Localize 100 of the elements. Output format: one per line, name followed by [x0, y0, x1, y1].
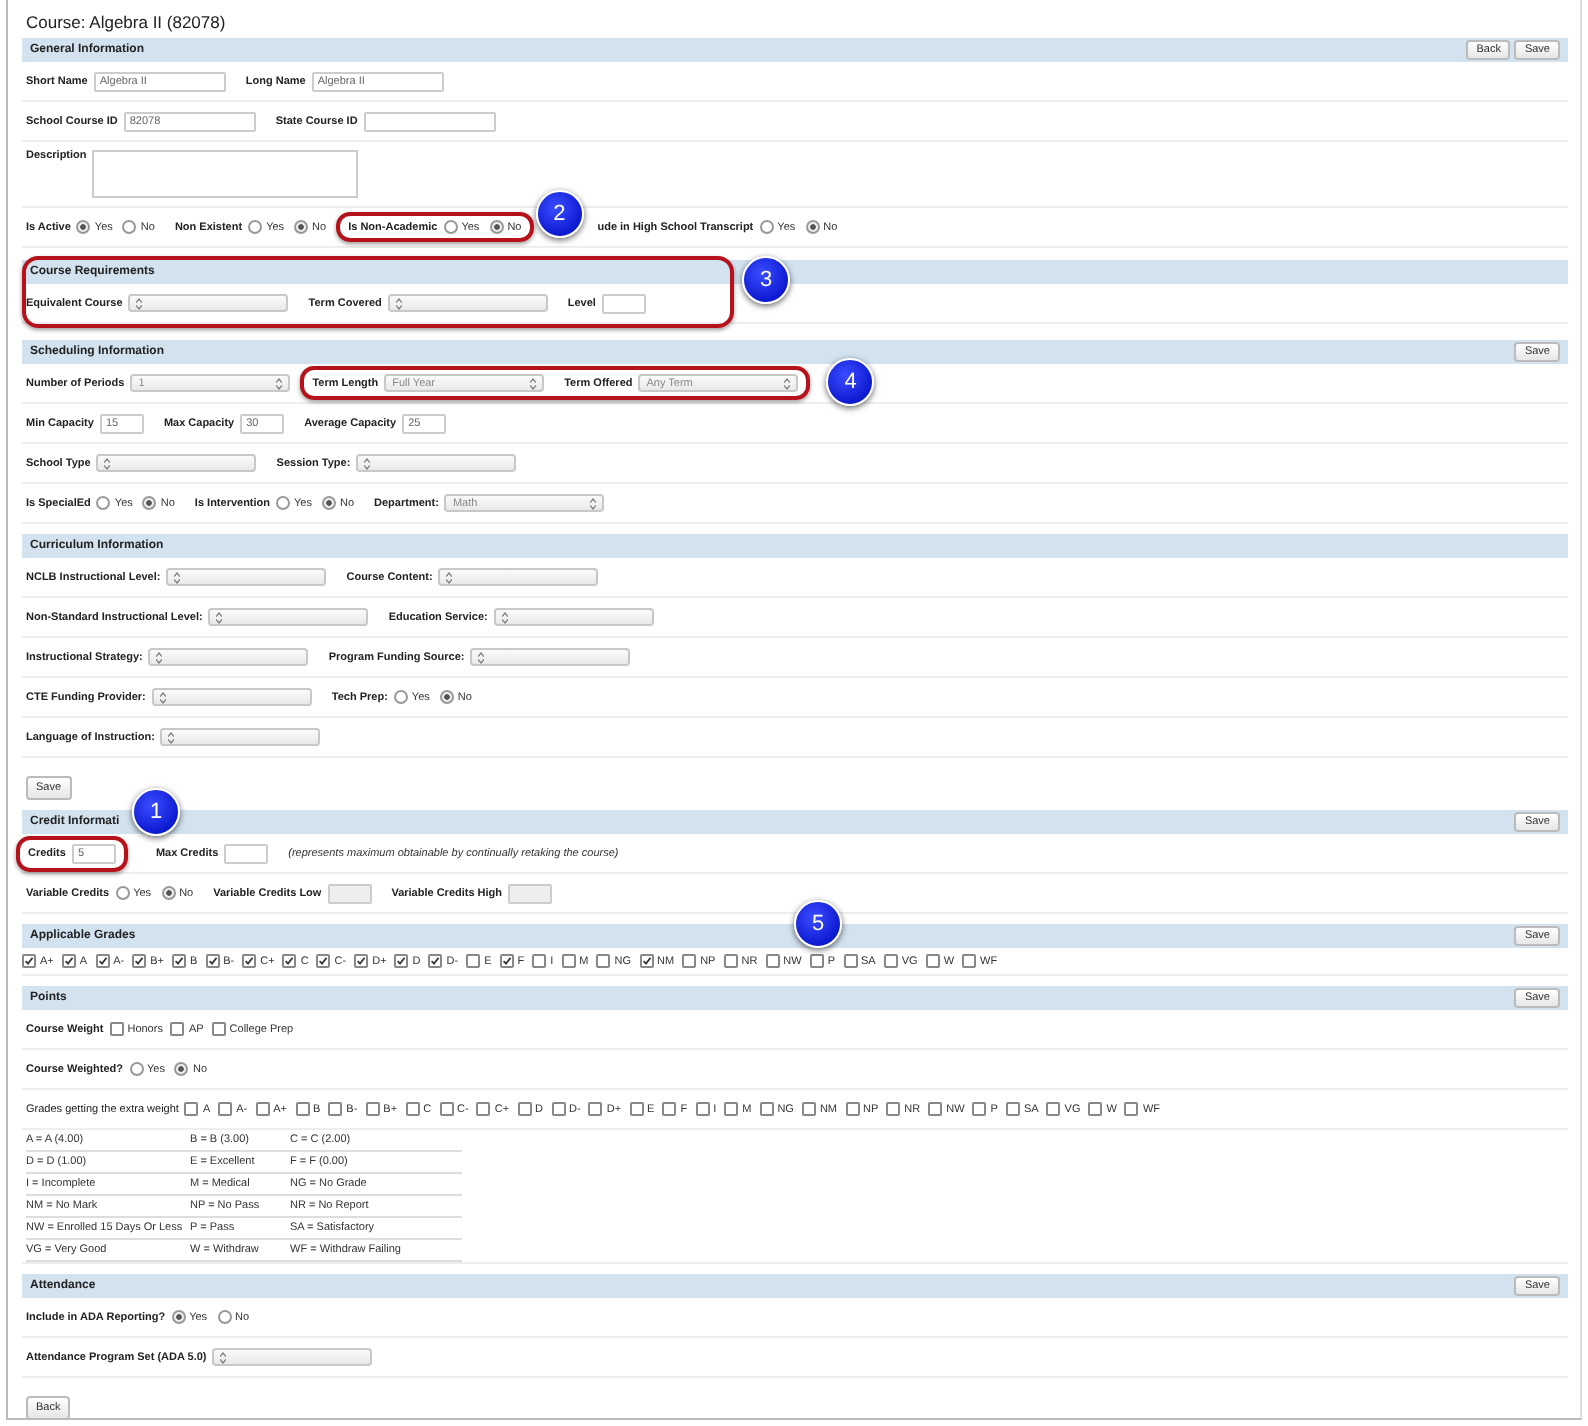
checkbox[interactable] [282, 954, 297, 968]
caret-icon [446, 571, 453, 583]
checkbox[interactable] [588, 1102, 603, 1116]
caret-icon [220, 1351, 227, 1363]
checkbox[interactable] [171, 954, 186, 968]
radio-button[interactable] [294, 220, 309, 234]
caret-icon [276, 377, 283, 389]
caret-icon [478, 651, 485, 663]
checkbox[interactable] [928, 1102, 943, 1116]
checkbox[interactable] [205, 954, 220, 968]
caret-icon [156, 651, 163, 663]
checkbox[interactable] [242, 954, 257, 968]
caret-icon [216, 611, 223, 623]
checkbox[interactable] [365, 1102, 380, 1116]
radio-button[interactable] [217, 1310, 232, 1324]
caret-icon [501, 611, 508, 623]
radio-button[interactable] [171, 1310, 186, 1324]
checkbox[interactable] [883, 954, 898, 968]
caret-icon [784, 377, 791, 389]
checkbox[interactable] [394, 954, 409, 968]
checkbox[interactable] [295, 1102, 309, 1116]
caret-icon [168, 731, 175, 743]
caret-icon [174, 571, 181, 583]
checkbox[interactable] [22, 954, 36, 968]
checkbox[interactable] [354, 954, 369, 968]
radio-button[interactable] [129, 1062, 143, 1076]
radio-button[interactable] [96, 496, 111, 510]
callout-number: 3 [742, 256, 790, 304]
checkbox[interactable] [759, 1102, 774, 1116]
callout-number: 5 [794, 900, 842, 948]
callout-number: 1 [132, 787, 180, 835]
radio-button[interactable] [122, 220, 137, 234]
checkbox[interactable] [561, 954, 576, 968]
callout-number: 4 [826, 358, 875, 406]
radio-button[interactable] [248, 220, 263, 234]
checkbox[interactable] [1005, 1102, 1020, 1116]
checkbox[interactable] [1124, 1102, 1139, 1116]
checkbox[interactable] [466, 954, 481, 968]
checkbox[interactable] [845, 1102, 860, 1116]
page-title: Course: Algebra II (82078) [26, 12, 228, 32]
checkbox[interactable] [316, 954, 331, 968]
caret-icon [136, 297, 143, 309]
checkbox[interactable] [109, 1022, 124, 1036]
checkbox[interactable] [723, 954, 738, 968]
checkbox[interactable] [629, 1102, 644, 1116]
checkbox[interactable] [255, 1102, 270, 1116]
radio-button[interactable] [174, 1062, 189, 1076]
text-field[interactable] [224, 843, 269, 863]
checkbox[interactable] [1046, 1102, 1061, 1116]
checkbox[interactable] [682, 954, 697, 968]
checkbox[interactable] [972, 1102, 987, 1116]
radio-button[interactable] [161, 886, 176, 900]
radio-button[interactable] [393, 690, 408, 704]
caret-icon [159, 691, 166, 703]
radio-button[interactable] [322, 496, 336, 510]
checkbox[interactable] [1088, 1102, 1103, 1116]
text-field[interactable] [601, 293, 646, 313]
caret-icon [590, 497, 597, 509]
checkbox[interactable] [170, 1022, 185, 1036]
checkbox[interactable] [662, 1102, 677, 1116]
radio-button[interactable] [76, 220, 91, 234]
checkbox[interactable] [765, 954, 780, 968]
checkbox[interactable] [328, 1102, 343, 1116]
checkbox[interactable] [724, 1102, 739, 1116]
text-field[interactable] [363, 111, 496, 131]
checkbox[interactable] [61, 954, 76, 968]
radio-button[interactable] [439, 690, 454, 704]
checkbox[interactable] [639, 954, 654, 968]
checkbox[interactable] [132, 954, 147, 968]
radio-button[interactable] [759, 220, 774, 234]
callout-number: 2 [535, 190, 584, 238]
radio-button[interactable] [276, 496, 291, 510]
checkbox[interactable] [218, 1102, 233, 1116]
radio-button[interactable] [805, 220, 820, 234]
checkbox[interactable] [211, 1022, 226, 1036]
checkbox[interactable] [551, 1102, 566, 1116]
checkbox[interactable] [962, 954, 977, 968]
checkbox[interactable] [439, 1102, 454, 1116]
checkbox[interactable] [809, 954, 824, 968]
radio-button[interactable] [489, 220, 504, 234]
checkbox[interactable] [925, 954, 940, 968]
checkbox[interactable] [695, 1102, 710, 1116]
caret-icon [395, 297, 402, 309]
checkbox[interactable] [405, 1102, 420, 1116]
checkbox[interactable] [801, 1102, 816, 1116]
caret-icon [364, 457, 371, 469]
radio-button[interactable] [115, 886, 130, 900]
radio-button[interactable] [142, 496, 157, 510]
checkbox[interactable] [886, 1102, 901, 1116]
checkbox[interactable] [95, 954, 110, 968]
checkbox[interactable] [184, 1102, 199, 1116]
caret-icon [530, 377, 537, 389]
radio-button[interactable] [443, 220, 458, 234]
checkbox[interactable] [532, 954, 547, 968]
checkbox[interactable] [428, 954, 443, 968]
checkbox[interactable] [476, 1102, 491, 1116]
checkbox[interactable] [843, 954, 858, 968]
checkbox[interactable] [499, 954, 514, 968]
checkbox[interactable] [517, 1102, 532, 1116]
checkbox[interactable] [596, 954, 611, 968]
